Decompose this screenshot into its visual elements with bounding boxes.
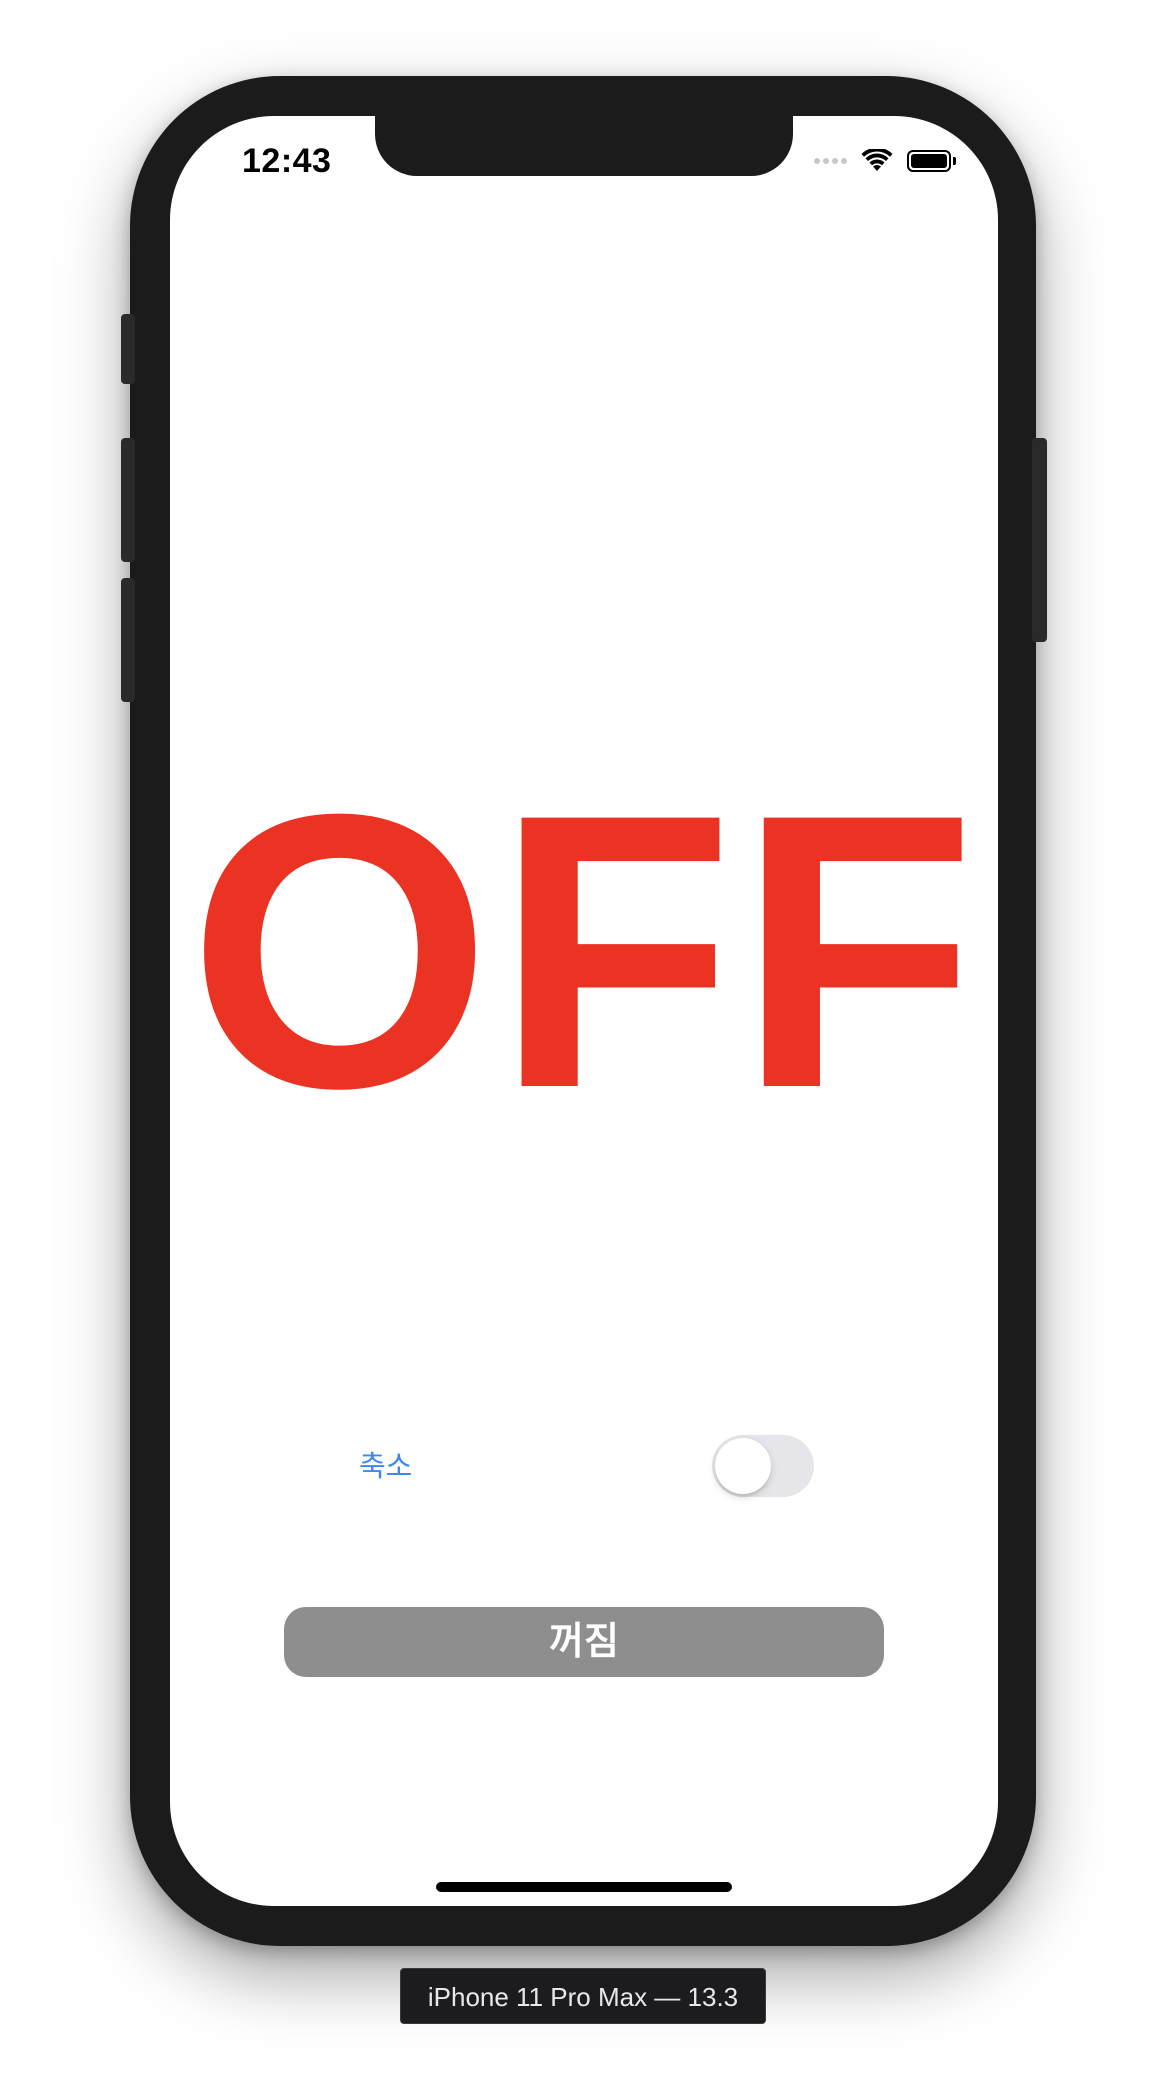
cellular-signal-icon [814, 158, 847, 164]
status-icons [814, 146, 956, 176]
home-indicator[interactable] [436, 1882, 732, 1892]
mute-switch [121, 314, 135, 384]
volume-up-button [121, 438, 135, 562]
screen: 12:43 OFF 축소 꺼짐 [170, 116, 998, 1906]
notch [375, 116, 793, 176]
power-off-button[interactable]: 꺼짐 [284, 1607, 884, 1677]
simulator-device-label: iPhone 11 Pro Max — 13.3 [400, 1968, 766, 2024]
power-toggle-switch[interactable] [712, 1435, 814, 1497]
state-label: OFF [188, 733, 980, 1169]
side-power-button [1032, 438, 1047, 642]
status-time: 12:43 [242, 142, 332, 180]
battery-icon [907, 150, 956, 172]
volume-down-button [121, 578, 135, 702]
toggle-knob [715, 1438, 771, 1494]
shrink-button[interactable]: 축소 [359, 1443, 412, 1485]
wifi-icon [861, 149, 893, 173]
